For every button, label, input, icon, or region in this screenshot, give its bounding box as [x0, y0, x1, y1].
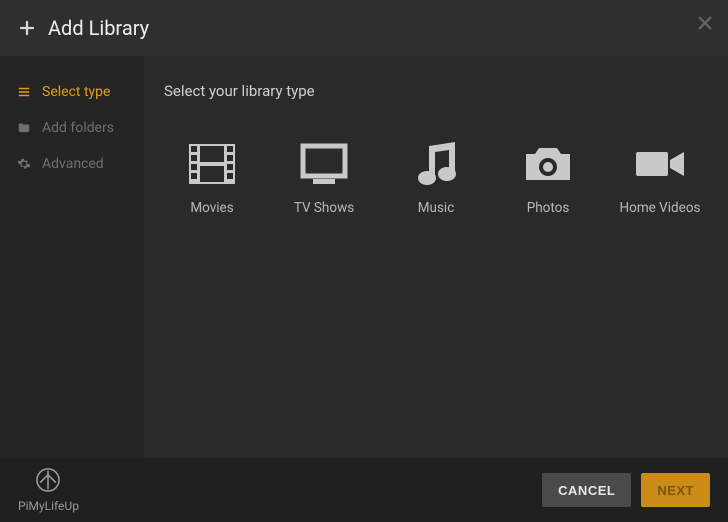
main-heading: Select your library type	[164, 82, 708, 100]
sidebar-item-label: Select type	[42, 84, 110, 100]
library-type-tv-shows[interactable]: TV Shows	[276, 138, 372, 216]
next-button[interactable]: NEXT	[641, 473, 710, 507]
library-type-music[interactable]: Music	[388, 138, 484, 216]
movies-icon	[187, 138, 237, 190]
modal-body: Select type Add folders Advanced Select …	[0, 56, 728, 458]
photos-icon	[522, 138, 574, 190]
modal-header: Add Library	[0, 0, 728, 56]
gear-icon	[16, 157, 32, 171]
add-library-modal: Add Library Select type Add folders	[0, 0, 728, 522]
library-type-label: TV Shows	[294, 200, 354, 216]
library-type-label: Movies	[190, 200, 233, 216]
main-panel: Select your library type	[144, 56, 728, 458]
library-type-list: Movies TV Shows	[164, 138, 708, 216]
footer-buttons: CANCEL NEXT	[542, 473, 710, 507]
brand-text: PiMyLifeUp	[18, 499, 79, 513]
sidebar-item-add-folders[interactable]: Add folders	[0, 110, 144, 146]
sidebar-item-label: Add folders	[42, 120, 114, 136]
folder-icon	[16, 121, 32, 135]
library-type-label: Photos	[527, 200, 570, 216]
library-type-label: Music	[418, 200, 455, 216]
brand: PiMyLifeUp	[18, 467, 79, 513]
tv-icon	[299, 138, 349, 190]
modal-title: Add Library	[48, 16, 149, 40]
close-icon[interactable]	[696, 14, 714, 36]
sidebar-item-select-type[interactable]: Select type	[0, 74, 144, 110]
sidebar: Select type Add folders Advanced	[0, 56, 144, 458]
library-type-photos[interactable]: Photos	[500, 138, 596, 216]
cancel-button[interactable]: CANCEL	[542, 473, 631, 507]
list-icon	[16, 85, 32, 99]
music-icon	[411, 138, 461, 190]
plus-icon	[18, 19, 36, 37]
sidebar-item-label: Advanced	[42, 156, 104, 172]
brand-logo-icon	[35, 467, 61, 497]
library-type-home-videos[interactable]: Home Videos	[612, 138, 708, 216]
library-type-label: Home Videos	[620, 200, 701, 216]
library-type-movies[interactable]: Movies	[164, 138, 260, 216]
video-camera-icon	[634, 138, 686, 190]
sidebar-item-advanced[interactable]: Advanced	[0, 146, 144, 182]
modal-footer: PiMyLifeUp CANCEL NEXT	[0, 458, 728, 522]
